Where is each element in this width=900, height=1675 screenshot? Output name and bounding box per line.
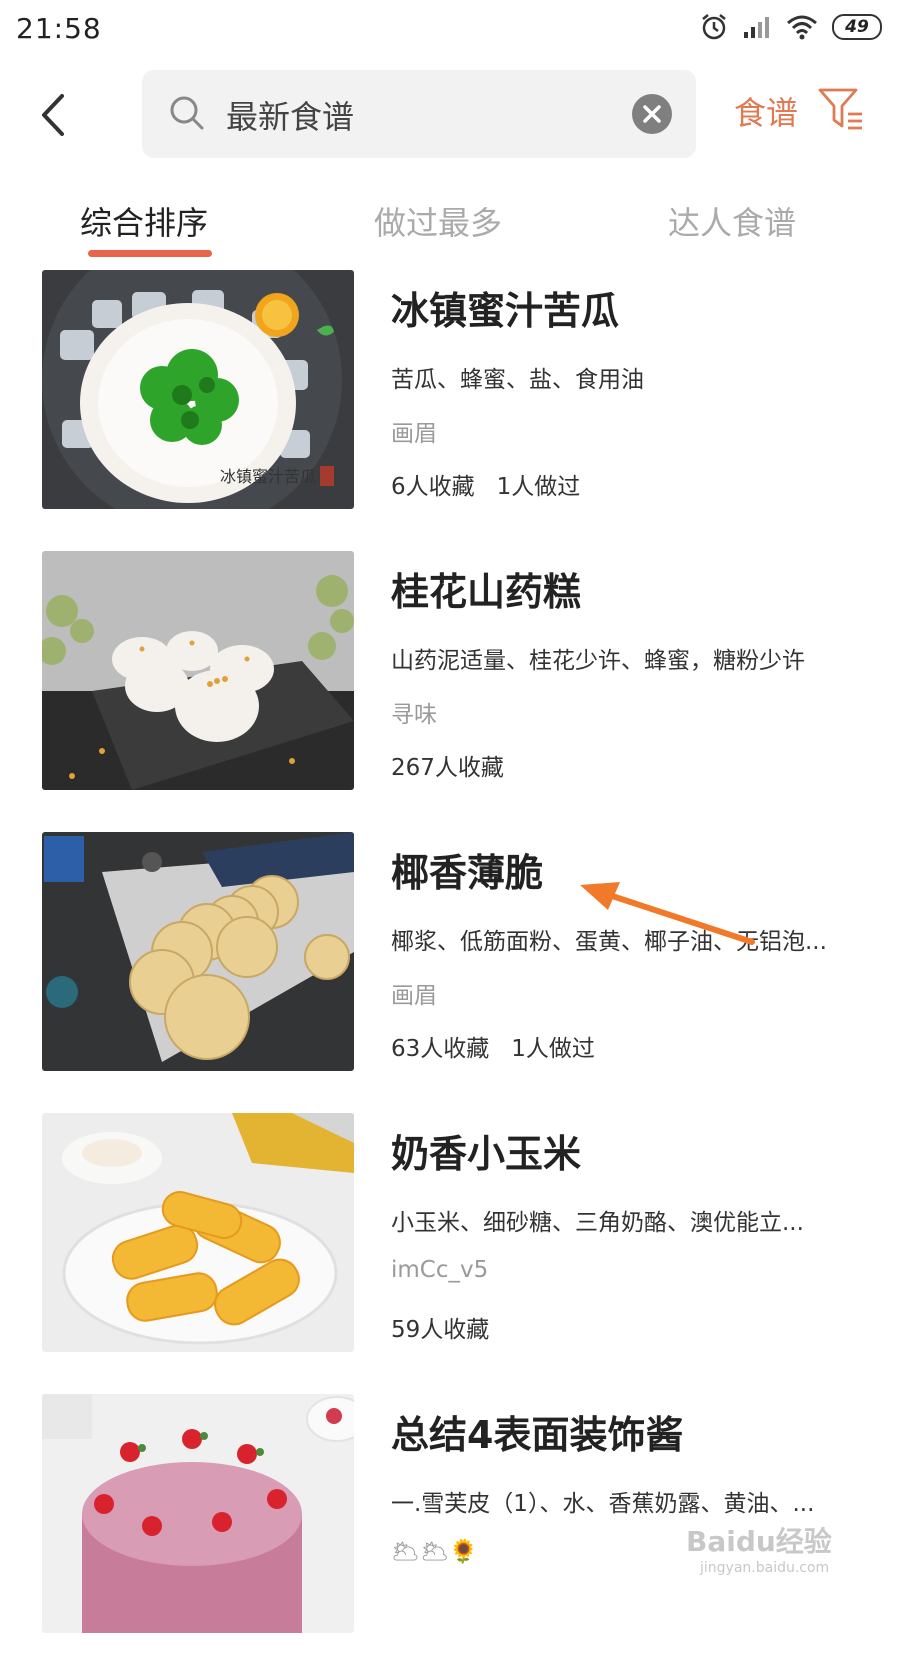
recipe-thumbnail: 冰镇蜜汁苦瓜 bbox=[42, 270, 354, 509]
recipe-title: 奶香小玉米 bbox=[391, 1132, 582, 1176]
recipe-title: 冰镇蜜汁苦瓜 bbox=[391, 289, 620, 333]
favorites-count: 59人收藏 bbox=[391, 1317, 490, 1343]
recipe-author: 画眉 bbox=[391, 983, 437, 1009]
favorites-count: 63人收藏 bbox=[391, 1036, 490, 1062]
alarm-icon bbox=[702, 14, 726, 40]
status-bar: 21:58 49 bbox=[0, 0, 900, 62]
recipe-author: 画眉 bbox=[391, 421, 437, 447]
tab-comprehensive[interactable]: 综合排序 bbox=[80, 198, 208, 244]
watermark-brand: Baidu经验 bbox=[686, 1525, 832, 1558]
clear-search-button[interactable] bbox=[632, 94, 672, 134]
recipe-stats: 63人收藏 1人做过 bbox=[391, 1029, 595, 1063]
recipe-stats: 6人收藏 1人做过 bbox=[391, 467, 580, 501]
search-input[interactable]: 最新食谱 bbox=[142, 70, 696, 158]
status-icons: 49 bbox=[700, 13, 882, 41]
top-bar: 最新食谱 食谱 bbox=[0, 66, 900, 162]
tab-expert-recipes[interactable]: 达人食谱 bbox=[668, 198, 796, 244]
search-value: 最新食谱 bbox=[226, 98, 355, 136]
watermark: Baidu经验 jingyan.baidu.com bbox=[686, 1520, 832, 1576]
close-icon bbox=[643, 105, 661, 123]
recipe-stats: 267人收藏 bbox=[391, 748, 504, 782]
recipe-ingredients: 山药泥适量、桂花少许、蜂蜜，糖粉少许 bbox=[391, 648, 805, 674]
recipe-stats: 59人收藏 bbox=[391, 1310, 489, 1344]
battery-indicator: 49 bbox=[832, 14, 882, 40]
recipe-author: 🌥🌥🌻 bbox=[391, 1539, 479, 1565]
recipe-title: 总结4表面装饰酱 bbox=[391, 1413, 684, 1457]
active-tab-indicator bbox=[88, 250, 212, 257]
recipe-card[interactable]: 冰镇蜜汁苦瓜 冰镇蜜汁苦瓜 苦瓜、蜂蜜、盐、食用油 画眉 6人收藏 1人做过 bbox=[0, 270, 900, 551]
recipe-title: 桂花山药糕 bbox=[391, 570, 582, 614]
recipe-ingredients: 一.雪芙皮（1）、水、香蕉奶露、黄油、... bbox=[391, 1491, 815, 1517]
wifi-icon bbox=[787, 15, 817, 40]
search-icon bbox=[170, 96, 204, 130]
favorites-count: 6人收藏 bbox=[391, 474, 475, 500]
back-button[interactable] bbox=[32, 90, 78, 140]
signal-icon bbox=[744, 17, 769, 38]
recipe-card[interactable]: 椰香薄脆 椰浆、低筋面粉、蛋黄、椰子油、无铝泡... 画眉 63人收藏 1人做过 bbox=[0, 832, 900, 1113]
status-time: 21:58 bbox=[16, 12, 102, 45]
filter-icon[interactable] bbox=[816, 84, 866, 134]
recipe-card[interactable]: 奶香小玉米 小玉米、细砂糖、三角奶酪、澳优能立... imCc_v5 59人收藏 bbox=[0, 1113, 900, 1394]
recipe-card[interactable]: 桂花山药糕 山药泥适量、桂花少许、蜂蜜，糖粉少许 寻味 267人收藏 bbox=[0, 551, 900, 832]
made-count: 1人做过 bbox=[511, 1036, 595, 1062]
recipe-thumbnail bbox=[42, 832, 354, 1071]
recipe-author: 寻味 bbox=[391, 702, 437, 728]
recipe-ingredients: 小玉米、细砂糖、三角奶酪、澳优能立... bbox=[391, 1210, 804, 1236]
recipe-author: imCc_v5 bbox=[391, 1257, 489, 1283]
sort-tabs: 综合排序 做过最多 达人食谱 bbox=[0, 192, 900, 264]
recipe-thumbnail bbox=[42, 1113, 354, 1352]
recipe-ingredients: 苦瓜、蜂蜜、盐、食用油 bbox=[391, 367, 644, 393]
recipe-thumbnail bbox=[42, 1394, 354, 1633]
watermark-url: jingyan.baidu.com bbox=[700, 1560, 830, 1576]
annotation-arrow-icon bbox=[580, 882, 755, 945]
recipe-title: 椰香薄脆 bbox=[391, 851, 544, 895]
recipe-filter-label[interactable]: 食谱 bbox=[734, 88, 798, 134]
image-caption: 冰镇蜜汁苦瓜 bbox=[220, 467, 316, 486]
made-count: 1人做过 bbox=[496, 474, 581, 500]
favorites-count: 267人收藏 bbox=[391, 755, 504, 781]
tab-most-made[interactable]: 做过最多 bbox=[374, 198, 502, 244]
recipe-thumbnail bbox=[42, 551, 354, 790]
recipe-list: 冰镇蜜汁苦瓜 冰镇蜜汁苦瓜 苦瓜、蜂蜜、盐、食用油 画眉 6人收藏 1人做过 桂… bbox=[0, 270, 900, 1675]
